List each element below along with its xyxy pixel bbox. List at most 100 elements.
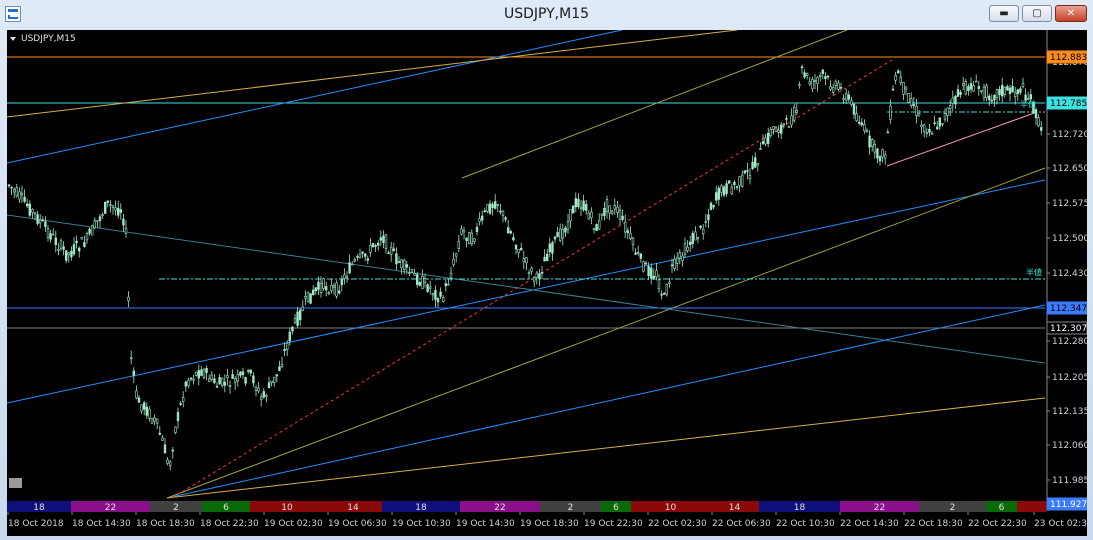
candle-body	[428, 286, 432, 289]
candle-body	[811, 79, 814, 90]
candle-body	[657, 279, 661, 289]
candle-body	[631, 237, 635, 246]
candle-body	[506, 227, 510, 234]
candle-body	[813, 80, 817, 82]
candle-body	[951, 97, 955, 104]
candle-body	[415, 274, 419, 285]
candle-body	[444, 283, 447, 287]
candle-body	[189, 377, 193, 380]
candle-body	[725, 183, 728, 194]
session-label: 6	[613, 503, 619, 513]
candle-body	[683, 243, 687, 255]
candle-body	[28, 203, 31, 216]
candle-body	[44, 221, 47, 228]
title-bar[interactable]: USDJPY,M15 ▬ ▢ ✕	[0, 0, 1093, 30]
candle-body	[759, 148, 762, 150]
candle-body	[941, 123, 944, 125]
session-label: 22	[874, 503, 885, 513]
trendline-teal-descending	[7, 214, 1046, 364]
time-tick-label: 19 Oct 22:30	[584, 519, 643, 529]
candle-body	[166, 459, 169, 464]
candle-body	[525, 257, 528, 264]
candle-body	[247, 370, 250, 372]
maximize-button[interactable]: ▢	[1022, 5, 1052, 22]
candle-body	[824, 76, 827, 80]
candle-body	[974, 80, 978, 83]
candle-body	[652, 276, 656, 279]
candle-body	[717, 187, 721, 200]
candle-body	[270, 380, 273, 383]
candle-body	[460, 228, 463, 235]
candle-body	[995, 89, 999, 98]
candle-body	[829, 86, 832, 90]
candle-body	[769, 129, 773, 136]
candle-body	[592, 227, 596, 230]
time-tick-label: 22 Oct 22:30	[968, 519, 1027, 529]
candle-body	[1029, 94, 1033, 100]
candle-body	[239, 371, 242, 376]
candle-body	[761, 141, 765, 145]
candle-body	[387, 252, 390, 254]
chart-canvas[interactable]: 112.870112.720112.650112.575112.500112.4…	[7, 30, 1087, 536]
candle-body	[675, 257, 679, 264]
candle-body	[777, 130, 780, 133]
close-button[interactable]: ✕	[1055, 5, 1087, 22]
candle-body	[691, 233, 695, 244]
candle-body	[195, 371, 198, 376]
candle-body	[831, 87, 835, 93]
candle-body	[202, 369, 206, 378]
candle-body	[493, 201, 497, 209]
candle-body	[826, 75, 830, 78]
candle-body	[62, 246, 65, 250]
candle-body	[574, 198, 578, 208]
candle-body	[839, 86, 843, 89]
candle-body	[980, 90, 983, 92]
trendline-blue-lower	[166, 304, 1046, 499]
candle-body	[361, 251, 364, 254]
candle-body	[922, 124, 926, 132]
mt4-chart-window: USDJPY,M15 ▬ ▢ ✕ 112.870112.720112.65011…	[0, 0, 1093, 540]
candle-body	[483, 210, 486, 212]
time-tick-label: 22 Oct 14:30	[840, 519, 899, 529]
candle-body	[774, 127, 778, 133]
price-chart[interactable]: 112.870112.720112.650112.575112.500112.4…	[7, 30, 1087, 536]
candle-body	[109, 204, 112, 206]
candle-body	[629, 233, 632, 239]
candle-body	[571, 205, 575, 214]
candle-body	[452, 258, 455, 265]
candle-body	[712, 205, 715, 208]
candle-body	[213, 378, 216, 383]
candle-body	[363, 253, 367, 257]
candle-body	[457, 241, 460, 249]
candle-body	[161, 437, 164, 441]
candle-body	[948, 105, 952, 109]
candle-body	[218, 377, 221, 385]
candle-body	[358, 253, 362, 258]
price-tick-label: 112.720	[1052, 130, 1087, 140]
candle-body	[145, 406, 148, 416]
candle-body	[226, 375, 229, 378]
candle-body	[618, 210, 622, 220]
candle-body	[792, 106, 796, 121]
session-label: 2	[173, 503, 179, 513]
candle-body	[1037, 117, 1040, 126]
candle-body	[790, 115, 793, 126]
candle-body	[582, 200, 585, 211]
candle-body	[704, 221, 708, 223]
candle-body	[561, 229, 565, 239]
candle-body	[309, 293, 312, 304]
minimize-button[interactable]: ▬	[989, 5, 1019, 22]
candle-body	[883, 154, 887, 159]
candle-body	[852, 103, 856, 115]
time-tick-label: 18 Oct 22:30	[200, 519, 259, 529]
candle-body	[800, 66, 804, 69]
candle-body	[660, 293, 663, 296]
candle-body	[296, 311, 299, 326]
candle-body	[538, 273, 541, 279]
candle-body	[709, 202, 713, 210]
candle-body	[605, 199, 609, 212]
price-badge-label: 112.785	[1050, 99, 1087, 109]
candle-body	[252, 375, 255, 384]
candle-body	[319, 283, 323, 293]
candle-body	[335, 282, 338, 297]
